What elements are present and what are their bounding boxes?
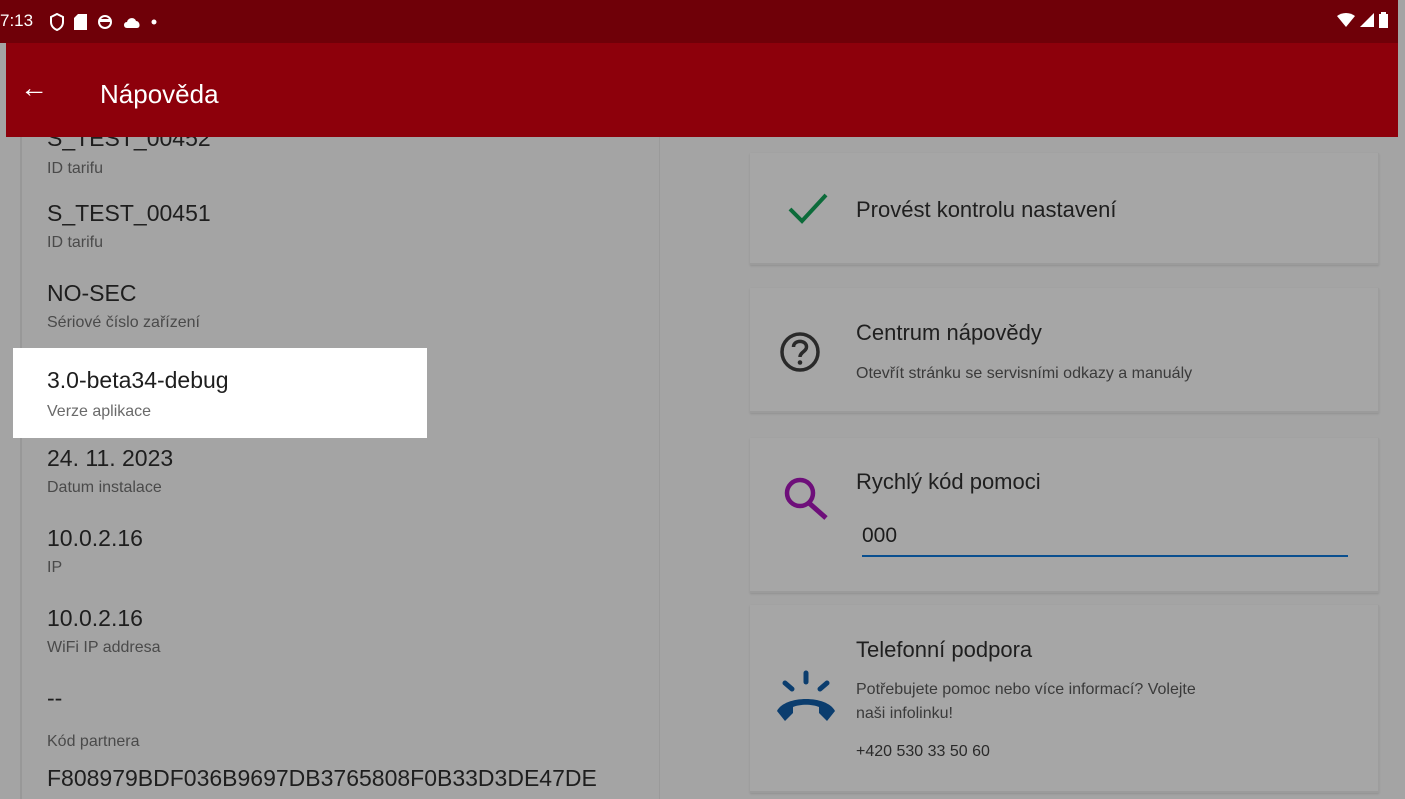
back-arrow-icon[interactable]: ← [20,74,48,102]
list-border [20,137,22,799]
check-icon [788,193,828,224]
search-icon [784,477,828,520]
status-time: 7:13 [0,11,34,30]
sd-card-icon [74,14,87,30]
app-bar: ← Nápověda [6,43,1398,137]
phone-number[interactable]: +420 530 33 50 60 [856,743,990,761]
quick-help-code-card: Rychlý kód pomoci 000 [750,438,1379,593]
phone-ringing-icon [777,670,835,721]
info-label: Verze aplikace [47,403,152,420]
info-label: Sériové číslo zařízení [47,314,200,331]
info-value: F808979BDF036B9697DB3765808F0B33D3DE47DE [47,765,597,791]
signal-icon [1360,13,1374,27]
dot-icon [151,19,157,25]
status-icons [50,12,157,32]
battery-icon [1379,12,1388,28]
card-title: Provést kontrolu nastavení [856,197,1117,222]
status-bar: 7:13 [0,0,1398,43]
list-item-highlighted[interactable]: 3.0-beta34-debug Verze aplikace [13,348,427,438]
info-value: S_TEST_00451 [47,200,211,226]
info-value: 24. 11. 2023 [47,445,174,471]
card-title: Telefonní podpora [856,637,1033,662]
settings-check-card[interactable]: Provést kontrolu nastavení [750,153,1379,265]
info-label: Kód partnera [47,733,140,750]
info-label: ID tarifu [47,234,104,251]
input-underline [862,555,1348,557]
sync-icon [98,15,112,29]
page-title: Nápověda [100,79,219,109]
cloud-icon [124,18,140,28]
wifi-icon [1337,13,1355,27]
status-right-icons [1337,12,1388,28]
help-code-input[interactable]: 000 [862,524,897,548]
info-label: Datum instalace [47,479,162,496]
phone-support-card[interactable]: Telefonní podpora Potřebujete pomoc nebo… [750,605,1379,793]
info-label: ID tarifu [47,160,104,177]
info-value: 3.0-beta34-debug [47,367,229,393]
card-title: Rychlý kód pomoci [856,469,1041,494]
info-value: -- [47,685,63,711]
card-subtitle: Otevřít stránku se servisními odkazy a m… [856,365,1193,382]
info-value: 10.0.2.16 [47,525,143,551]
info-value: 10.0.2.16 [47,605,143,631]
card-subtitle-line2: naši infolinku! [856,705,953,722]
help-circle-icon [780,332,820,372]
device-info-list[interactable]: S_TEST_00452 ID tarifu S_TEST_00451 ID t… [20,137,660,799]
card-subtitle-line1: Potřebujete pomoc nebo více informací? V… [856,681,1196,698]
info-label: WiFi IP addresa [47,639,161,656]
shield-icon [50,13,64,31]
info-value: S_TEST_00452 [47,137,211,151]
help-center-card[interactable]: Centrum nápovědy Otevřít stránku se serv… [750,288,1379,413]
list-divider [659,137,660,799]
info-value: NO-SEC [47,280,137,306]
info-label: IP [47,559,63,576]
card-title: Centrum nápovědy [856,320,1042,345]
